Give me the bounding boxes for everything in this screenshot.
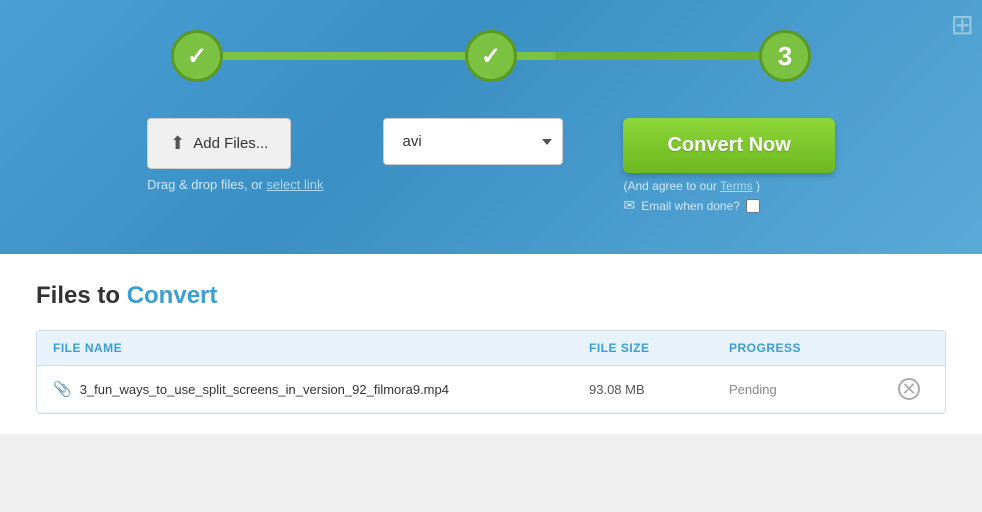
progress-cell: Pending xyxy=(729,382,889,397)
email-label: Email when done? xyxy=(641,199,740,213)
step-3-circle: 3 xyxy=(759,30,811,82)
table-row: 📎 3_fun_ways_to_use_split_screens_in_ver… xyxy=(37,366,945,413)
convert-now-label: Convert Now xyxy=(667,134,790,156)
terms-link[interactable]: Terms xyxy=(720,179,753,193)
remove-file-button[interactable]: ✕ xyxy=(898,378,920,400)
file-size-cell: 93.08 MB xyxy=(589,382,729,397)
paperclip-icon: 📎 xyxy=(53,380,72,398)
header-filename: FILE NAME xyxy=(53,341,589,355)
drag-drop-text: Drag & drop files, or select link xyxy=(147,177,323,192)
controls-row: ⬆ Add Files... Drag & drop files, or sel… xyxy=(60,118,922,214)
step-1-check: ✓ xyxy=(187,42,207,71)
file-table: FILE NAME FILE SIZE PROGRESS 📎 3_fun_way… xyxy=(36,330,946,414)
step-3-number: 3 xyxy=(778,41,792,72)
add-files-button[interactable]: ⬆ Add Files... xyxy=(147,118,291,169)
file-name-text: 3_fun_ways_to_use_split_screens_in_versi… xyxy=(80,382,449,397)
format-select[interactable]: avi mp4 mkv mov wmv flv webm xyxy=(383,118,563,165)
select-link[interactable]: select link xyxy=(266,177,323,192)
header-progress: PROGRESS xyxy=(729,341,889,355)
top-section: ⊞ ✓ ✓ 3 ⬆ Add Files... Drag & drop files… xyxy=(0,0,982,254)
convert-now-button[interactable]: Convert Now xyxy=(623,118,834,173)
steps-container: ✓ ✓ 3 xyxy=(60,30,922,82)
add-files-label: Add Files... xyxy=(193,135,268,152)
format-section: avi mp4 mkv mov wmv flv webm xyxy=(383,118,563,165)
header-filesize: FILE SIZE xyxy=(589,341,729,355)
steps-wrapper: ✓ ✓ 3 xyxy=(171,30,811,82)
step-2-check: ✓ xyxy=(481,42,501,71)
section-title: Files to Convert xyxy=(36,282,946,310)
email-row: ✉ Email when done? xyxy=(623,197,759,214)
corner-icon: ⊞ xyxy=(951,8,974,41)
email-icon: ✉ xyxy=(623,197,635,214)
bottom-section: Files to Convert FILE NAME FILE SIZE PRO… xyxy=(0,254,982,434)
add-files-section: ⬆ Add Files... Drag & drop files, or sel… xyxy=(147,118,323,192)
convert-section: Convert Now (And agree to our Terms ) ✉ … xyxy=(623,118,834,214)
table-header: FILE NAME FILE SIZE PROGRESS xyxy=(37,331,945,366)
step-1-circle: ✓ xyxy=(171,30,223,82)
file-name-cell: 📎 3_fun_ways_to_use_split_screens_in_ver… xyxy=(53,380,589,398)
remove-cell: ✕ xyxy=(889,378,929,400)
header-actions xyxy=(889,341,929,355)
step-2-circle: ✓ xyxy=(465,30,517,82)
email-checkbox[interactable] xyxy=(746,199,760,213)
upload-icon: ⬆ xyxy=(170,133,185,154)
terms-text: (And agree to our Terms ) xyxy=(623,179,760,193)
